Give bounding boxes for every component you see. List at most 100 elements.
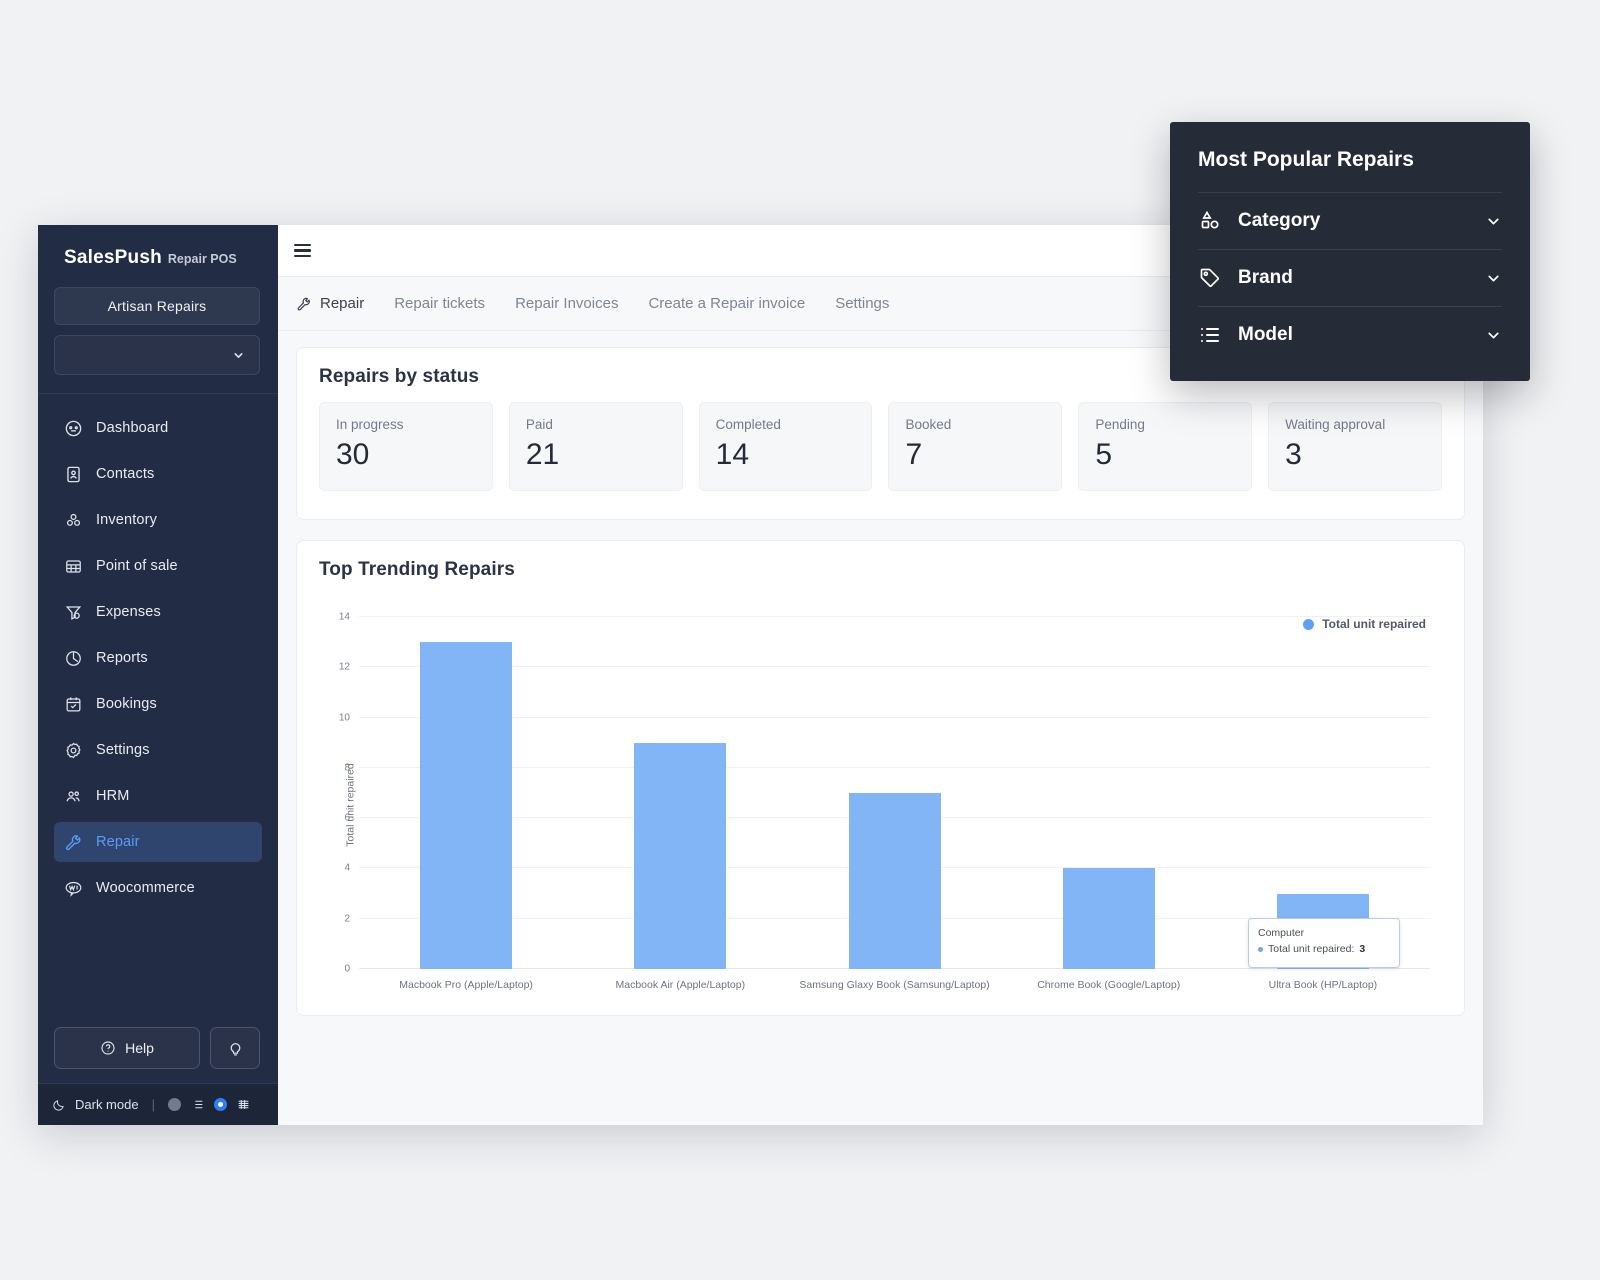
y-axis-tick: 2 <box>344 913 350 924</box>
bar[interactable] <box>849 793 941 969</box>
contacts-icon <box>64 465 83 484</box>
sidebar-item-label: HRM <box>96 788 129 804</box>
sidebar-item-expenses[interactable]: Expenses <box>54 592 262 632</box>
sidebar-nav: Dashboard Contacts Inventory Point of sa… <box>38 394 278 914</box>
chevron-down-icon[interactable] <box>1485 213 1502 230</box>
tooltip-value: 3 <box>1359 942 1365 958</box>
dark-mode-bar: Dark mode | <box>38 1083 278 1125</box>
wrench-icon <box>296 296 312 312</box>
sidebar-item-bookings[interactable]: Bookings <box>54 684 262 724</box>
grid-view-icon[interactable] <box>236 1098 251 1111</box>
x-axis-tick: Chrome Book (Google/Laptop) <box>1037 979 1180 991</box>
bar[interactable] <box>1063 868 1155 969</box>
sidebar-item-label: Bookings <box>96 696 157 712</box>
status-card-in-progress[interactable]: In progress 30 <box>319 402 493 491</box>
status-value: 14 <box>716 438 856 472</box>
y-axis-label: Total unit repaired <box>345 763 357 846</box>
theme-toggle-blue[interactable] <box>214 1098 227 1111</box>
status-label: Booked <box>905 417 1045 432</box>
sidebar-item-label: Contacts <box>96 466 154 482</box>
tab-settings[interactable]: Settings <box>835 295 889 312</box>
plot-area: 02468101214Macbook Pro (Apple/Laptop)Mac… <box>359 617 1430 969</box>
bar-column[interactable]: Ultra Book (HP/Laptop) <box>1216 617 1430 969</box>
chevron-down-icon[interactable] <box>1485 327 1502 344</box>
tab-label: Settings <box>835 295 889 312</box>
brand-tagline: Repair POS <box>168 252 237 266</box>
chevron-down-icon <box>232 349 245 362</box>
theme-toggle-gray[interactable] <box>168 1098 181 1111</box>
tooltip-color-swatch <box>1258 947 1263 952</box>
status-card-completed[interactable]: Completed 14 <box>699 402 873 491</box>
y-axis-tick: 10 <box>339 712 350 723</box>
sidebar-item-repair[interactable]: Repair <box>54 822 262 862</box>
status-value: 21 <box>526 438 666 472</box>
sidebar-item-hrm[interactable]: HRM <box>54 776 262 816</box>
chart-tooltip: Computer Total unit repaired: 3 <box>1248 918 1400 968</box>
bar-column[interactable]: Macbook Pro (Apple/Laptop) <box>359 617 573 969</box>
x-axis-tick: Macbook Air (Apple/Laptop) <box>616 979 746 991</box>
status-value: 7 <box>905 438 1045 472</box>
sidebar-item-contacts[interactable]: Contacts <box>54 454 262 494</box>
tab-repair-tickets[interactable]: Repair tickets <box>394 295 485 312</box>
tab-repair-invoices[interactable]: Repair Invoices <box>515 295 618 312</box>
brand-name: SalesPush <box>64 247 162 268</box>
settings-icon <box>64 741 83 760</box>
sidebar-item-inventory[interactable]: Inventory <box>54 500 262 540</box>
hamburger-icon[interactable] <box>294 244 311 258</box>
sidebar: SalesPush Repair POS Artisan Repairs Dash… <box>38 225 278 1125</box>
store-select[interactable] <box>54 335 260 375</box>
lightbulb-icon <box>227 1040 244 1057</box>
popup-row-model[interactable]: Model <box>1198 306 1502 363</box>
brand-logo: SalesPush Repair POS <box>38 225 278 279</box>
tab-label: Repair tickets <box>394 295 485 312</box>
card-header: Top Trending Repairs <box>297 541 1464 595</box>
sidebar-item-settings[interactable]: Settings <box>54 730 262 770</box>
tips-button[interactable] <box>210 1027 260 1069</box>
help-button-label: Help <box>125 1040 154 1056</box>
status-card-waiting-approval[interactable]: Waiting approval 3 <box>1268 402 1442 491</box>
sidebar-item-point-of-sale[interactable]: Point of sale <box>54 546 262 586</box>
status-value: 5 <box>1095 438 1235 472</box>
tag-icon <box>1198 266 1222 290</box>
bar[interactable] <box>634 743 726 969</box>
tab-label: Create a Repair invoice <box>648 295 805 312</box>
y-axis-tick: 8 <box>344 762 350 773</box>
bar[interactable] <box>420 642 512 969</box>
store-button[interactable]: Artisan Repairs <box>54 287 260 325</box>
sidebar-item-label: Expenses <box>96 604 161 620</box>
chevron-down-icon[interactable] <box>1485 270 1502 287</box>
tab-create-repair-invoice[interactable]: Create a Repair invoice <box>648 295 805 312</box>
status-card-pending[interactable]: Pending 5 <box>1078 402 1252 491</box>
status-label: In progress <box>336 417 476 432</box>
popup-row-brand[interactable]: Brand <box>1198 249 1502 306</box>
status-stats-row: In progress 30 Paid 21 Completed 14 Bo <box>297 402 1464 519</box>
sidebar-item-reports[interactable]: Reports <box>54 638 262 678</box>
sidebar-item-label: Repair <box>96 834 140 850</box>
sidebar-item-woocommerce[interactable]: Woocommerce <box>54 868 262 908</box>
moon-icon <box>52 1098 66 1112</box>
help-button[interactable]: Help <box>54 1027 200 1069</box>
help-row: Help <box>38 1027 278 1083</box>
tab-label: Repair Invoices <box>515 295 618 312</box>
popup-row-category[interactable]: Category <box>1198 192 1502 249</box>
status-value: 30 <box>336 438 476 472</box>
hrm-icon <box>64 787 83 806</box>
y-axis-tick: 4 <box>344 863 350 874</box>
repair-icon <box>64 833 83 852</box>
list-icon <box>1198 323 1222 347</box>
reports-icon <box>64 649 83 668</box>
status-card-booked[interactable]: Booked 7 <box>888 402 1062 491</box>
popup-row-label: Model <box>1238 324 1469 346</box>
status-label: Completed <box>716 417 856 432</box>
y-axis-tick: 14 <box>339 612 350 623</box>
status-card-paid[interactable]: Paid 21 <box>509 402 683 491</box>
bar-column[interactable]: Chrome Book (Google/Laptop) <box>1002 617 1216 969</box>
sidebar-item-label: Inventory <box>96 512 157 528</box>
tab-repair[interactable]: Repair <box>296 295 364 312</box>
bar-column[interactable]: Samsung Glaxy Book (Samsung/Laptop) <box>787 617 1001 969</box>
list-view-icon[interactable] <box>190 1098 205 1111</box>
sidebar-item-dashboard[interactable]: Dashboard <box>54 408 262 448</box>
inventory-icon <box>64 511 83 530</box>
point-of-sale-icon <box>64 557 83 576</box>
bar-column[interactable]: Macbook Air (Apple/Laptop) <box>573 617 787 969</box>
